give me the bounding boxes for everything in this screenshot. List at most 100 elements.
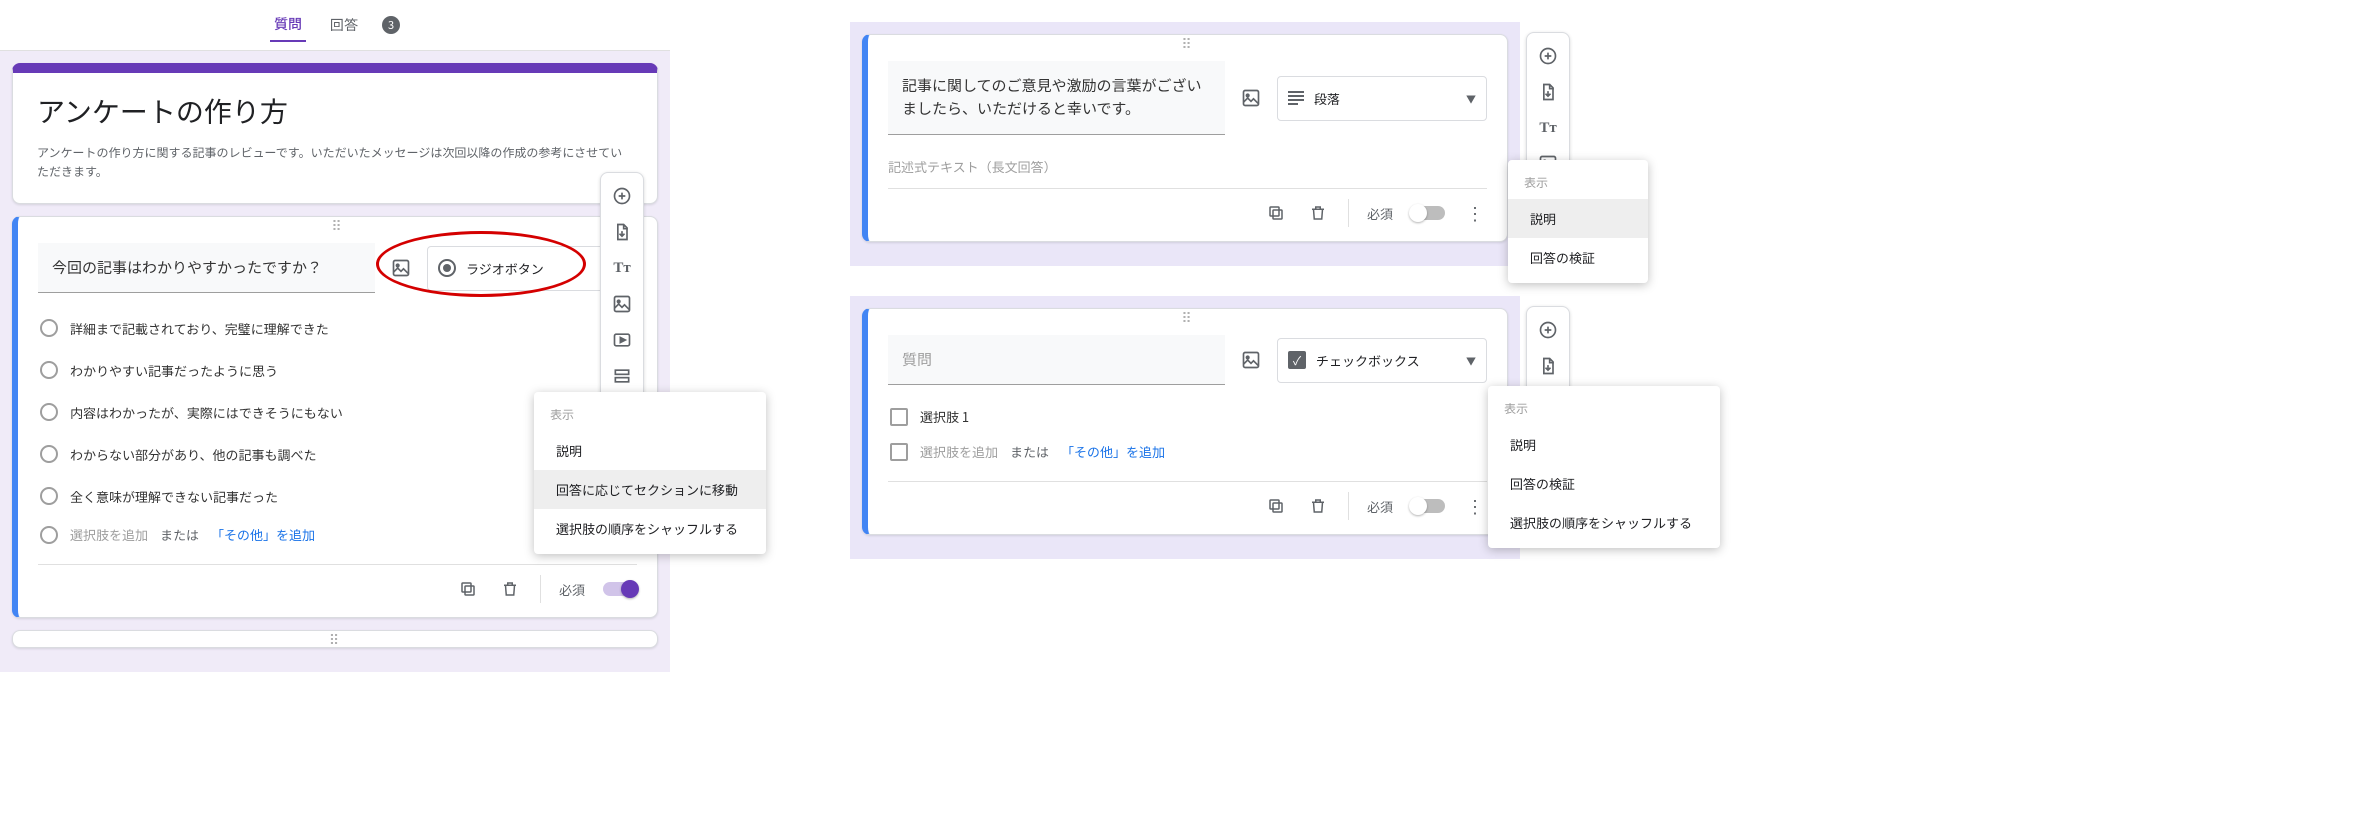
image-icon[interactable] bbox=[1237, 346, 1265, 374]
import-questions-icon[interactable] bbox=[1531, 77, 1565, 107]
image-icon[interactable] bbox=[1237, 84, 1265, 112]
delete-icon[interactable] bbox=[498, 577, 522, 601]
question-footer: 必須 ⋮ bbox=[888, 188, 1487, 229]
form-title[interactable]: アンケートの作り方 bbox=[37, 91, 633, 131]
divider bbox=[1348, 492, 1349, 520]
menu-item-validation[interactable]: 回答の検証 bbox=[1488, 464, 1720, 503]
add-option-link[interactable]: 選択肢を追加 bbox=[920, 442, 998, 461]
responses-count-badge: 3 bbox=[382, 16, 400, 34]
menu-item-description[interactable]: 説明 bbox=[1488, 425, 1720, 464]
tab-responses[interactable]: 回答 bbox=[326, 9, 362, 41]
question-card-paragraph[interactable]: ⠿ 記事に関してのご意見や激励の言葉がございましたら、いただけると幸いです。 段… bbox=[862, 34, 1508, 242]
option-text-input[interactable]: 詳細まで記載されており、完璧に理解できた bbox=[70, 319, 600, 338]
menu-header: 表示 bbox=[1488, 392, 1720, 425]
option-row[interactable]: 詳細まで記載されており、完璧に理解できた ✕ bbox=[38, 307, 637, 349]
menu-item-shuffle[interactable]: 選択肢の順序をシャッフルする bbox=[1488, 503, 1720, 542]
radio-icon bbox=[40, 361, 58, 379]
checkbox-icon: ✓ bbox=[1288, 351, 1306, 369]
delete-icon[interactable] bbox=[1306, 494, 1330, 518]
divider bbox=[1348, 199, 1349, 227]
question-footer: 必須 ⋮ bbox=[888, 481, 1487, 522]
option-text-input[interactable]: わからない部分があり、他の記事も調べた bbox=[70, 445, 600, 464]
form-header-card[interactable]: アンケートの作り方 アンケートの作り方に関する記事のレビューです。いただいたメッ… bbox=[12, 63, 658, 204]
form-tabs: 質問 回答 3 bbox=[0, 0, 670, 51]
form-description[interactable]: アンケートの作り方に関する記事のレビューです。いただいたメッセージは次回以降の作… bbox=[37, 143, 633, 181]
add-question-icon[interactable] bbox=[1531, 41, 1565, 71]
menu-item-description[interactable]: 説明 bbox=[534, 431, 766, 470]
checkbox-empty-icon bbox=[890, 408, 908, 426]
import-questions-icon[interactable] bbox=[1531, 351, 1565, 381]
duplicate-icon[interactable] bbox=[1264, 201, 1288, 225]
duplicate-icon[interactable] bbox=[456, 577, 480, 601]
chevron-down-icon: ▼ bbox=[1466, 91, 1476, 106]
add-option-row[interactable]: 選択肢を追加 または 「その他」を追加 bbox=[888, 434, 1487, 469]
add-video-icon[interactable] bbox=[605, 325, 639, 355]
next-card-stub[interactable]: ⠿ bbox=[12, 630, 658, 648]
add-section-icon[interactable] bbox=[605, 361, 639, 391]
required-toggle[interactable] bbox=[1411, 499, 1445, 513]
radio-icon bbox=[40, 445, 58, 463]
question-overflow-menu: 表示 説明 回答の検証 選択肢の順序をシャッフルする bbox=[1488, 386, 1720, 548]
question-title-input[interactable]: 記事に関してのご意見や激励の言葉がございましたら、いただけると幸いです。 bbox=[888, 61, 1225, 135]
add-other-link[interactable]: 「その他」を追加 bbox=[1061, 442, 1165, 461]
radio-icon bbox=[40, 526, 58, 544]
radio-icon bbox=[40, 403, 58, 421]
menu-header: 表示 bbox=[1508, 166, 1648, 199]
radio-button-icon bbox=[438, 259, 456, 277]
or-label: または bbox=[1010, 442, 1049, 461]
add-title-icon[interactable]: Tт bbox=[1531, 113, 1565, 143]
add-image-icon[interactable] bbox=[605, 289, 639, 319]
drag-handle-icon[interactable]: ⠿ bbox=[868, 309, 1507, 327]
required-toggle[interactable] bbox=[1411, 206, 1445, 220]
menu-item-description[interactable]: 説明 bbox=[1508, 199, 1648, 238]
question-type-select[interactable]: ✓ チェックボックス ▼ bbox=[1277, 338, 1487, 383]
delete-icon[interactable] bbox=[1306, 201, 1330, 225]
menu-item-shuffle[interactable]: 選択肢の順序をシャッフルする bbox=[534, 509, 766, 548]
option-text-input[interactable]: 全く意味が理解できない記事だった bbox=[70, 487, 600, 506]
divider bbox=[540, 575, 541, 603]
option-text-input[interactable]: 内容はわかったが、実際にはできそうにもない bbox=[70, 403, 600, 422]
tab-questions[interactable]: 質問 bbox=[270, 8, 306, 42]
question-type-label: 段落 bbox=[1314, 89, 1340, 108]
required-toggle[interactable] bbox=[603, 582, 637, 596]
option-text-input[interactable]: わかりやすい記事だったように思う bbox=[70, 361, 600, 380]
add-option-link[interactable]: 選択肢を追加 bbox=[70, 525, 148, 544]
more-icon[interactable]: ⋮ bbox=[1463, 494, 1487, 518]
chevron-down-icon: ▼ bbox=[1466, 353, 1476, 368]
drag-handle-icon[interactable]: ⠿ bbox=[13, 631, 657, 649]
long-answer-placeholder: 記述式テキスト（長文回答） bbox=[888, 149, 1487, 176]
paragraph-icon bbox=[1288, 91, 1304, 105]
required-label: 必須 bbox=[1367, 497, 1393, 516]
menu-item-go-section[interactable]: 回答に応じてセクションに移動 bbox=[534, 470, 766, 509]
question-type-label: ラジオボタン bbox=[466, 259, 544, 278]
question-title-input[interactable]: 今回の記事はわかりやすかったですか？ bbox=[38, 243, 375, 293]
duplicate-icon[interactable] bbox=[1264, 494, 1288, 518]
option-row[interactable]: わかりやすい記事だったように思う ✕ bbox=[38, 349, 637, 391]
question-card-checkbox[interactable]: ⠿ 質問 ✓ チェックボックス ▼ 選択肢 1 bbox=[862, 308, 1508, 535]
checkbox-empty-icon bbox=[890, 443, 908, 461]
option-text-input[interactable]: 選択肢 1 bbox=[920, 407, 1485, 426]
import-questions-icon[interactable] bbox=[605, 217, 639, 247]
menu-item-validation[interactable]: 回答の検証 bbox=[1508, 238, 1648, 277]
radio-icon bbox=[40, 319, 58, 337]
question-overflow-menu: 表示 説明 回答に応じてセクションに移動 選択肢の順序をシャッフルする bbox=[534, 392, 766, 554]
radio-icon bbox=[40, 487, 58, 505]
add-question-icon[interactable] bbox=[605, 181, 639, 211]
drag-handle-icon[interactable]: ⠿ bbox=[18, 217, 657, 235]
side-toolbar: Tт bbox=[600, 172, 644, 400]
menu-header: 表示 bbox=[534, 398, 766, 431]
add-question-icon[interactable] bbox=[1531, 315, 1565, 345]
add-title-icon[interactable]: Tт bbox=[605, 253, 639, 283]
question-type-select[interactable]: 段落 ▼ bbox=[1277, 76, 1487, 121]
add-other-link[interactable]: 「その他」を追加 bbox=[211, 525, 315, 544]
question-overflow-menu: 表示 説明 回答の検証 bbox=[1508, 160, 1648, 283]
required-label: 必須 bbox=[559, 580, 585, 599]
more-icon[interactable]: ⋮ bbox=[1463, 201, 1487, 225]
drag-handle-icon[interactable]: ⠿ bbox=[868, 35, 1507, 53]
image-icon[interactable] bbox=[387, 254, 415, 282]
required-label: 必須 bbox=[1367, 204, 1393, 223]
question-footer: 必須 bbox=[38, 564, 637, 605]
question-title-input[interactable]: 質問 bbox=[888, 335, 1225, 385]
or-label: または bbox=[160, 525, 199, 544]
option-row[interactable]: 選択肢 1 bbox=[888, 399, 1487, 434]
